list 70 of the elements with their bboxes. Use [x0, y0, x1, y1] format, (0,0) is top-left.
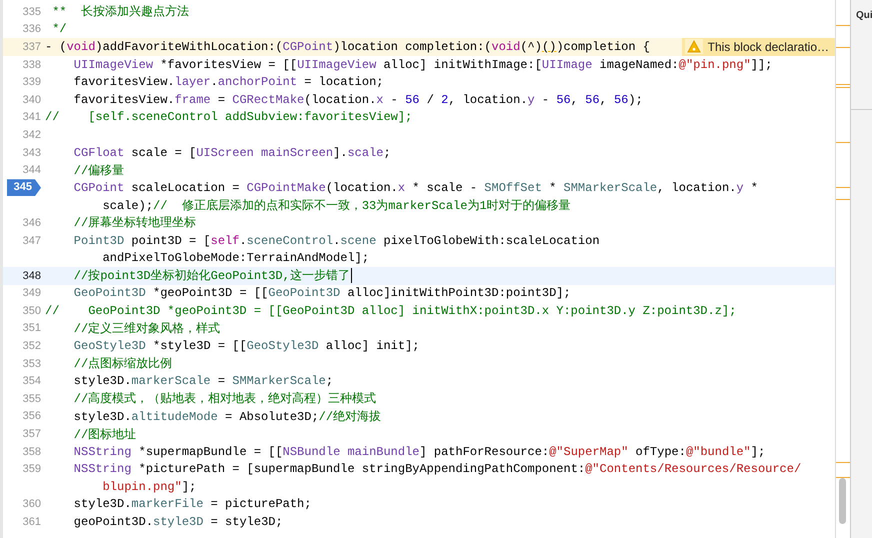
code-line: GeoStyle3D *style3D = [[GeoStyle3D alloc] init];	[72, 339, 420, 354]
scrollbar-thumb[interactable]	[839, 478, 846, 524]
code-line: CGFloat scale = [UIScreen mainScreen].scale;	[72, 146, 391, 160]
line-number: 355	[22, 392, 41, 405]
line-number: 357	[22, 428, 41, 440]
code-line: //屏幕坐标转地理坐标	[72, 215, 196, 232]
code-line: //定义三维对象风格，样式	[72, 320, 220, 337]
issue-marker	[836, 187, 850, 188]
code-line: andPixelToGlobeMode:TerrainAndModel];	[102, 251, 370, 266]
code-line: ** 长按添加兴趣点方法	[51, 4, 190, 20]
line-number: 358	[22, 446, 41, 458]
line-number: 338	[22, 58, 41, 71]
code-line: geoPoint3D.style3D = style3D;	[72, 515, 283, 530]
issue-marker	[836, 462, 850, 463]
code-line: favoritesView.layer.anchorPoint = location;	[72, 75, 384, 90]
issue-marker	[836, 87, 850, 88]
line-number: 344	[22, 164, 41, 176]
line-number: 353	[22, 358, 41, 370]
panel-title: Qui	[856, 10, 872, 21]
line-number: 356	[22, 410, 41, 422]
warning-icon	[684, 39, 703, 54]
line-number: 349	[22, 287, 41, 300]
code-line: favoritesView.frame = CGRectMake(location.x - 56 / 2, location.y - 56, 56, 56);	[72, 92, 643, 107]
code-line: UIImageView *favoritesView = [[UIImageView alloc] initWithImage:[UIImage imageNamed:@"pin.png"]];	[72, 58, 772, 72]
line-number: 336	[22, 23, 41, 36]
line-number: 359	[22, 463, 41, 476]
code-line: GeoPoint3D *geoPoint3D = [[GeoPoint3D alloc]initWithPoint3D:point3D];	[72, 286, 571, 300]
code-line: //高度模式，（贴地表，相对地表，绝对高程）三种模式	[72, 390, 376, 408]
code-editor[interactable]	[0, 0, 835, 538]
line-number: 335	[22, 6, 41, 18]
line-number: 354	[22, 375, 41, 388]
line-number: 347	[22, 234, 41, 247]
issue-marker	[836, 25, 850, 26]
line-number: 351	[22, 322, 41, 334]
line-number: 350	[22, 304, 41, 317]
line-number: 340	[22, 94, 41, 106]
code-line: CGPoint scaleLocation = CGPointMake(location.x * scale - SMOffSet * SMMarkerScale, location.y *	[72, 180, 758, 195]
line-number: 339	[22, 76, 41, 88]
code-line: // GeoPoint3D *geoPoint3D = [[GeoPoint3D alloc] initWithX:point3D.x Y:point3D.y Z:point3D.z];	[45, 304, 736, 318]
code-line: //点图标缩放比例	[72, 356, 172, 372]
current-code-line: //按point3D坐标初始化GeoPoint3D,这一步错了	[72, 268, 350, 284]
issue-marker	[836, 142, 850, 143]
code-line: // [self.sceneControl addSubview:favoritesView];	[45, 110, 412, 124]
code-line: NSString *picturePath = [supermapBundle stringByAppendingPathComponent:@"Contents/Resources/Resource/	[72, 462, 802, 476]
code-line: style3D.altitudeMode = Absolute3D;//绝对海拔	[72, 408, 382, 425]
code-line: scale);// 修正底层添加的点和实际不一致，33为markerScale为1时对于的偏移量	[102, 198, 571, 214]
code-line: - (void)addFavoriteWithLocation:(CGPoint)location completion:(void(^)())completion {	[45, 40, 650, 54]
line-number: 342	[22, 128, 41, 141]
line-number: 341	[22, 111, 41, 124]
code-line: */	[51, 22, 67, 36]
line-number: 360	[22, 498, 41, 510]
issue-marker	[836, 84, 850, 85]
line-number: 343	[22, 146, 41, 159]
code-line: style3D.markerScale = SMMarkerScale;	[72, 374, 334, 388]
code-line: //图标地址	[72, 426, 136, 443]
line-number: 361	[22, 516, 41, 528]
line-number: 337	[22, 40, 41, 53]
code-line: Point3D point3D = [self.sceneControl.scene pixelToGlobeWith:scaleLocation	[72, 234, 600, 248]
issue-marker	[836, 477, 850, 478]
line-number: 352	[22, 340, 41, 352]
code-line: blupin.png"];	[102, 480, 196, 494]
code-line: //偏移量	[72, 162, 124, 179]
code-line: NSString *supermapBundle = [[NSBundle mainBundle] pathForResource:@"SuperMap" ofType:@"bundle"];	[72, 444, 766, 459]
issue-marker	[836, 47, 850, 48]
issue-marker	[836, 199, 850, 200]
line-number: 346	[22, 216, 41, 229]
line-number: 348	[22, 270, 41, 282]
breakpoint-marker[interactable]: 345	[7, 179, 41, 196]
code-line: style3D.markerFile = picturePath;	[72, 497, 312, 512]
warning-badge[interactable]: This block declaratio…	[682, 38, 835, 56]
